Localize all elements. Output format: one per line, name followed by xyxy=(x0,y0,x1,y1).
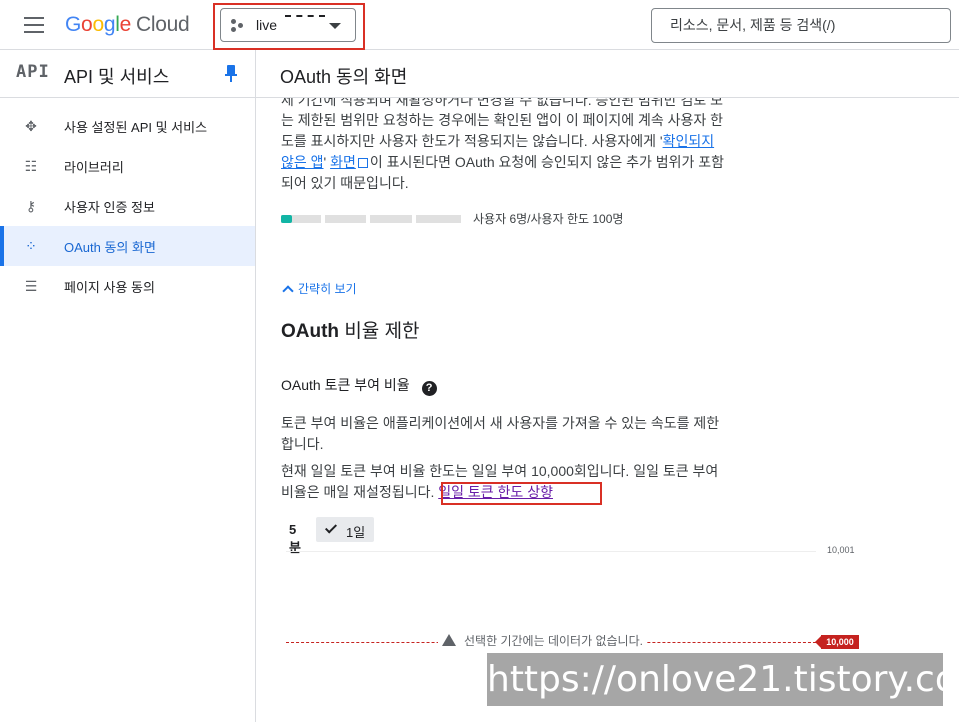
library-icon: ☷ xyxy=(24,158,38,174)
user-limit-progress-fill xyxy=(281,215,292,223)
sidebar-item-credentials[interactable]: ⚷ 사용자 인증 정보 xyxy=(0,186,255,226)
sidebar-item-label: 사용자 인증 정보 xyxy=(64,200,155,215)
token-grant-description: 토큰 부여 비율은 애플리케이션에서 새 사용자를 가져올 수 있는 속도를 제… xyxy=(281,415,720,452)
page-title: OAuth 동의 화면 xyxy=(280,67,408,87)
highlight-box-link xyxy=(441,482,602,505)
sidebar-item-label: 라이브러리 xyxy=(64,160,124,175)
page-usage-agreement-icon: ☰ xyxy=(24,278,38,294)
chevron-down-icon xyxy=(329,23,341,29)
watermark: https://onlove21.tistory.com xyxy=(487,653,959,706)
sidebar-item-oauth-consent[interactable]: ⁘ OAuth 동의 화면 xyxy=(0,226,255,266)
no-data-message: 선택한 기간에는 데이터가 없습니다. xyxy=(438,632,647,649)
sidebar-header: API API 및 서비스 xyxy=(0,50,255,98)
main-header: OAuth 동의 화면 xyxy=(256,50,959,98)
threshold-label: 10,000 xyxy=(815,635,859,649)
chart-gridline xyxy=(286,551,816,552)
token-grant-rate-heading: OAuth 토큰 부여 비율? xyxy=(281,375,437,396)
redacted-mark xyxy=(285,15,325,21)
top-app-bar: Google Cloud live xyxy=(0,0,959,50)
sidebar-item-page-usage[interactable]: ☰ 페이지 사용 동의 xyxy=(0,266,255,306)
project-icon xyxy=(231,19,245,33)
user-limit-label: 사용자 6명/사용자 한도 100명 xyxy=(473,212,624,226)
sidebar-item-enabled-apis[interactable]: ✥ 사용 설정된 API 및 서비스 xyxy=(0,106,255,146)
sidebar-item-label: OAuth 동의 화면 xyxy=(64,240,156,255)
collapse-toggle[interactable]: 간략히 보기 xyxy=(281,280,357,297)
sidebar-title: API 및 서비스 xyxy=(64,67,170,87)
google-cloud-logo[interactable]: Google Cloud xyxy=(65,13,190,37)
unverified-app-link[interactable]: 확인되지 xyxy=(663,133,715,149)
sidebar: API API 및 서비스 ✥ 사용 설정된 API 및 서비스 ☷ 라이브러리… xyxy=(0,50,256,722)
api-icon: API xyxy=(16,62,50,82)
user-limit-progress-bar xyxy=(281,215,461,223)
oauth-consent-icon: ⁘ xyxy=(25,238,37,254)
user-limit-description: 는 제한된 범위만 요청하는 경우에는 확인된 앱이 이 페이지에 계속 사용자… xyxy=(281,112,725,191)
main-content[interactable]: 제 기간에 적용되며 재활성하거나 변경할 수 없습니다. 승인된 범위만 검토… xyxy=(256,98,959,722)
help-icon[interactable]: ? xyxy=(421,381,437,396)
search-box[interactable] xyxy=(651,8,951,43)
y-axis-max-label: 10,001 xyxy=(827,545,855,555)
sidebar-item-library[interactable]: ☷ 라이브러리 xyxy=(0,146,255,186)
enabled-apis-icon: ✥ xyxy=(25,118,37,134)
unverified-app-link-2[interactable]: 않은 앱 xyxy=(281,154,324,170)
external-link-icon xyxy=(357,158,368,168)
rate-limit-heading: OAuth 비율 제한 xyxy=(281,321,420,342)
project-selector[interactable]: live xyxy=(220,8,356,42)
check-icon xyxy=(324,521,338,534)
sidebar-item-label: 페이지 사용 동의 xyxy=(64,280,155,295)
sidebar-item-label: 사용 설정된 API 및 서비스 xyxy=(64,120,208,135)
menu-icon[interactable] xyxy=(24,17,44,33)
screen-link[interactable]: 화면 xyxy=(330,154,356,170)
key-icon: ⚷ xyxy=(25,198,37,214)
pin-icon[interactable] xyxy=(225,65,237,83)
warning-icon xyxy=(442,634,456,646)
search-input[interactable] xyxy=(670,17,940,33)
project-name: live xyxy=(256,17,278,33)
chevron-up-icon xyxy=(282,285,294,297)
